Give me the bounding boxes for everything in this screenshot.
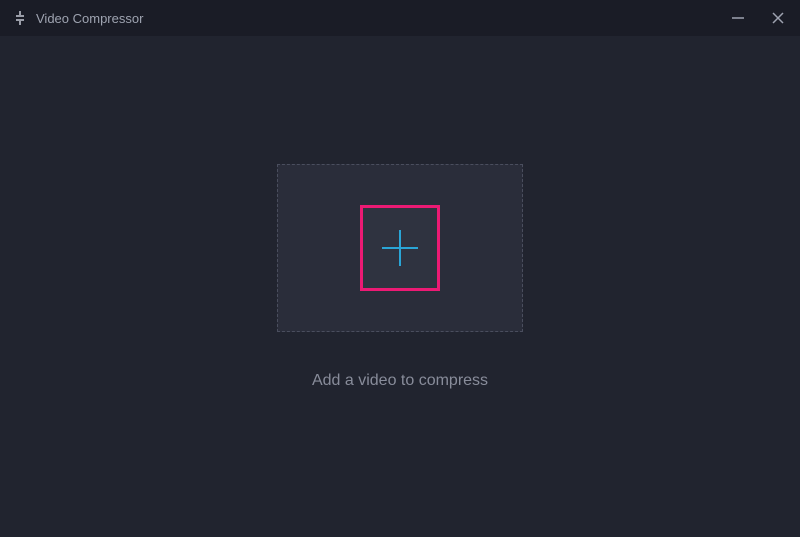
- main-area: Add a video to compress: [0, 36, 800, 537]
- instruction-text: Add a video to compress: [312, 372, 488, 390]
- titlebar-left: Video Compressor: [12, 10, 143, 26]
- minimize-button[interactable]: [728, 8, 748, 28]
- titlebar: Video Compressor: [0, 0, 800, 36]
- video-dropzone[interactable]: [277, 164, 523, 332]
- close-button[interactable]: [768, 8, 788, 28]
- compress-icon: [12, 10, 28, 26]
- add-video-button[interactable]: [360, 205, 440, 291]
- plus-icon: [378, 226, 422, 270]
- window-controls: [728, 8, 788, 28]
- app-title: Video Compressor: [36, 11, 143, 26]
